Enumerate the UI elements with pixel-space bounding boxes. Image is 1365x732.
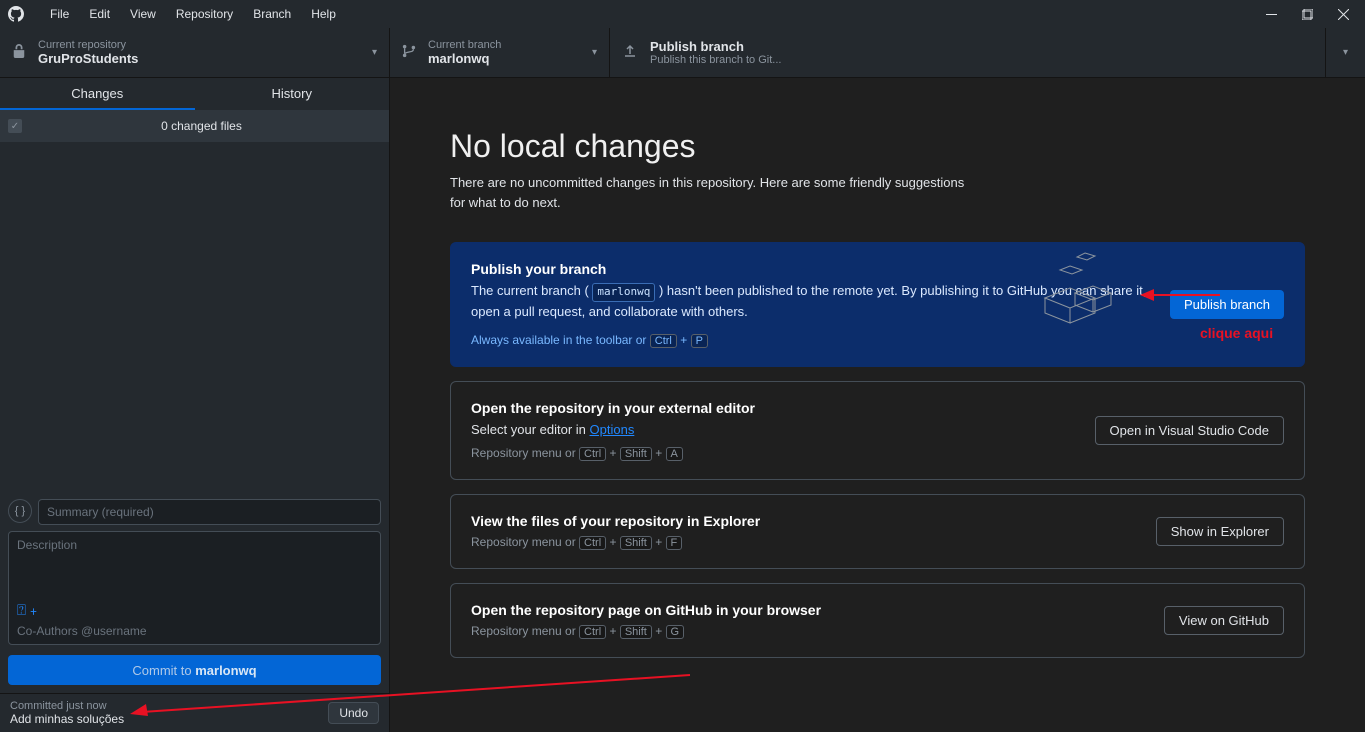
kbd: P xyxy=(691,334,708,348)
boxes-illustration-icon xyxy=(1035,248,1115,328)
card-open-editor: Open the repository in your external edi… xyxy=(450,381,1305,480)
sidebar: Changes History ✓ 0 changed files { } ⍰﹢… xyxy=(0,78,390,732)
committed-message: Add minhas soluções xyxy=(10,712,328,726)
menu-repository[interactable]: Repository xyxy=(166,7,243,21)
minimize-icon[interactable] xyxy=(1265,0,1277,28)
undo-button[interactable]: Undo xyxy=(328,702,379,724)
chevron-down-icon: ▾ xyxy=(592,47,597,58)
window-controls xyxy=(1265,0,1357,28)
card-hint: Repository menu or Ctrl + Shift + A xyxy=(471,446,1075,461)
repo-selector[interactable]: Current repository GruProStudents ▾ xyxy=(0,28,390,77)
publish-dropdown[interactable]: ▾ xyxy=(1325,28,1365,77)
add-coauthor-icon[interactable]: ⍰﹢ xyxy=(17,599,372,620)
titlebar: File Edit View Repository Branch Help xyxy=(0,0,1365,28)
card-title: Open the repository in your external edi… xyxy=(471,400,1075,416)
publish-branch-toolbar[interactable]: Publish branch Publish this branch to Gi… xyxy=(610,28,1325,77)
open-vscode-button[interactable]: Open in Visual Studio Code xyxy=(1095,416,1284,445)
view-github-button[interactable]: View on GitHub xyxy=(1164,606,1284,635)
menu-help[interactable]: Help xyxy=(301,7,346,21)
git-branch-icon xyxy=(402,44,416,61)
upload-icon xyxy=(622,43,638,62)
committed-footer: Committed just now Add minhas soluções U… xyxy=(0,693,389,732)
page-title: No local changes xyxy=(450,128,1305,165)
maximize-icon[interactable] xyxy=(1301,0,1313,28)
close-icon[interactable] xyxy=(1337,0,1349,28)
options-link[interactable]: Options xyxy=(590,422,635,437)
summary-input[interactable] xyxy=(38,499,381,525)
commit-button-branch: marlonwq xyxy=(195,663,256,678)
publish-title: Publish branch xyxy=(650,39,781,54)
content-pane: No local changes There are no uncommitte… xyxy=(390,78,1365,732)
repo-label: Current repository xyxy=(38,39,138,51)
sidebar-tabs: Changes History xyxy=(0,78,389,110)
committed-time: Committed just now xyxy=(10,700,328,712)
lock-icon xyxy=(12,44,26,61)
coauthors-hint: Co-Authors @username xyxy=(17,624,372,638)
card-show-explorer: View the files of your repository in Exp… xyxy=(450,494,1305,569)
card-hint: Repository menu or Ctrl + Shift + F xyxy=(471,535,1136,550)
toolbar: Current repository GruProStudents ▾ Curr… xyxy=(0,28,1365,78)
commit-button[interactable]: Commit to marlonwq xyxy=(8,655,381,685)
menu-view[interactable]: View xyxy=(120,7,166,21)
card-desc: Select your editor in Options xyxy=(471,420,1075,440)
menu-edit[interactable]: Edit xyxy=(79,7,120,21)
card-title: Open the repository page on GitHub in yo… xyxy=(471,602,1144,618)
branch-label: Current branch xyxy=(428,39,501,51)
repo-name: GruProStudents xyxy=(38,51,138,66)
show-explorer-button[interactable]: Show in Explorer xyxy=(1156,517,1284,546)
branch-pill: marlonwq xyxy=(592,283,655,302)
changed-files-bar: ✓ 0 changed files xyxy=(0,110,389,142)
menu-file[interactable]: File xyxy=(40,7,79,21)
card-view-github: Open the repository page on GitHub in yo… xyxy=(450,583,1305,658)
branch-name: marlonwq xyxy=(428,51,501,66)
commit-button-prefix: Commit to xyxy=(132,663,195,678)
kbd: Ctrl xyxy=(650,334,677,348)
branch-selector[interactable]: Current branch marlonwq ▾ xyxy=(390,28,610,77)
tab-changes[interactable]: Changes xyxy=(0,78,195,110)
card-hint: Always available in the toolbar or Ctrl … xyxy=(471,333,1150,348)
description-input[interactable] xyxy=(17,538,372,594)
menu-branch[interactable]: Branch xyxy=(243,7,301,21)
select-all-checkbox[interactable]: ✓ xyxy=(8,119,22,133)
card-title: View the files of your repository in Exp… xyxy=(471,513,1136,529)
page-subtitle: There are no uncommitted changes in this… xyxy=(450,173,970,212)
changed-files-count: 0 changed files xyxy=(22,119,381,133)
commit-form: { } ⍰﹢ Co-Authors @username Commit to ma… xyxy=(0,491,389,693)
tab-history[interactable]: History xyxy=(195,78,390,110)
card-publish-branch: Publish your branch The current branch (… xyxy=(450,242,1305,367)
card-hint: Repository menu or Ctrl + Shift + G xyxy=(471,624,1144,639)
publish-branch-button[interactable]: Publish branch xyxy=(1170,290,1284,319)
publish-subtitle: Publish this branch to Git... xyxy=(650,54,781,66)
chevron-down-icon: ▾ xyxy=(372,47,377,58)
avatar-icon: { } xyxy=(8,499,32,523)
github-logo-icon xyxy=(8,6,24,22)
